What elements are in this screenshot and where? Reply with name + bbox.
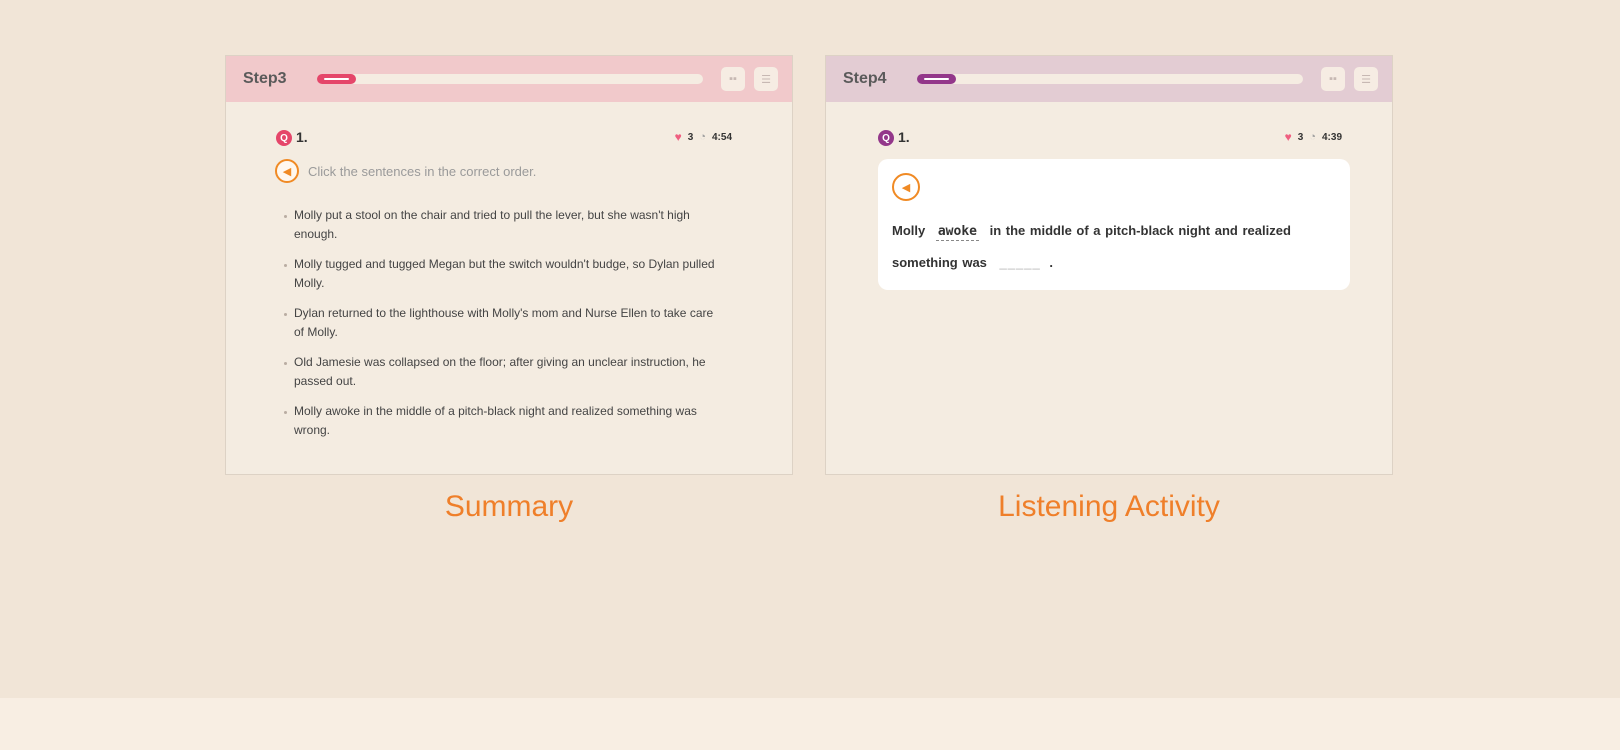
heart-icon: ♥ [1284, 130, 1292, 144]
question-number: 1. [296, 129, 308, 145]
sentence-option[interactable]: Molly tugged and tugged Megan but the sw… [284, 255, 724, 293]
hearts-count: 3 [687, 131, 694, 143]
step-title: Step3 [243, 70, 287, 87]
summary-caption: Summary [444, 490, 574, 523]
answer-blank[interactable]: _____ [1000, 247, 1041, 279]
summary-panel: Step3 ▪▪ ☰ Q 1. ♥ 3 ◔ 4:54 ◀ Click the s… [225, 55, 793, 475]
answer-word[interactable]: awoke [935, 224, 979, 241]
speaker-icon[interactable]: ◀ [275, 159, 299, 183]
instruction-text: Click the sentences in the correct order… [308, 163, 537, 179]
panel-header: Step4 ▪▪ ☰ [826, 56, 1392, 102]
header-icons: ▪▪ ☰ [721, 67, 778, 91]
progress-fill [917, 74, 956, 84]
question-badge-icon: Q [276, 130, 292, 146]
listening-caption: Listening Activity [998, 490, 1220, 523]
heart-icon: ♥ [674, 130, 682, 144]
sentence-list: Molly put a stool on the chair and tried… [284, 206, 724, 451]
bottom-band [0, 698, 1620, 750]
timer-value: 4:39 [1321, 131, 1342, 143]
status-stats: ♥ 3 ◔ 4:54 [675, 131, 732, 143]
list-icon[interactable]: ☰ [754, 67, 778, 91]
hearts-count: 3 [1297, 131, 1304, 143]
progress-fill [317, 74, 356, 84]
sentence-start: Molly [892, 223, 926, 238]
progress-bar [917, 74, 1303, 84]
timer-value: 4:54 [711, 131, 732, 143]
sentence-option[interactable]: Old Jamesie was collapsed on the floor; … [284, 353, 724, 391]
question-number: 1. [898, 129, 910, 145]
panel-header: Step3 ▪▪ ☰ [226, 56, 792, 102]
listening-sentence: Molly awoke in the middle of a pitch-bla… [892, 215, 1336, 279]
timer-icon: ◔ [1309, 130, 1316, 143]
speaker-icon[interactable]: ◀ [892, 173, 920, 201]
status-stats: ♥ 3 ◔ 4:39 [1285, 131, 1342, 143]
grid-icon[interactable]: ▪▪ [1321, 67, 1345, 91]
sentence-end: . [1049, 255, 1053, 270]
step-title: Step4 [843, 70, 887, 87]
header-icons: ▪▪ ☰ [1321, 67, 1378, 91]
grid-icon[interactable]: ▪▪ [721, 67, 745, 91]
sentence-option[interactable]: Dylan returned to the lighthouse with Mo… [284, 304, 724, 342]
progress-bar [317, 74, 703, 84]
list-icon[interactable]: ☰ [1354, 67, 1378, 91]
listening-card: ◀ Molly awoke in the middle of a pitch-b… [878, 159, 1350, 290]
question-row: Q 1. ♥ 3 ◔ 4:54 [226, 128, 792, 148]
question-badge-icon: Q [878, 130, 894, 146]
question-row: Q 1. ♥ 3 ◔ 4:39 [826, 128, 1392, 148]
listening-panel: Step4 ▪▪ ☰ Q 1. ♥ 3 ◔ 4:39 ◀ Molly awoke… [825, 55, 1393, 475]
sentence-option[interactable]: Molly put a stool on the chair and tried… [284, 206, 724, 244]
instruction-row: ◀ Click the sentences in the correct ord… [275, 159, 536, 183]
timer-icon: ◔ [699, 130, 706, 143]
sentence-option[interactable]: Molly awoke in the middle of a pitch-bla… [284, 402, 724, 440]
